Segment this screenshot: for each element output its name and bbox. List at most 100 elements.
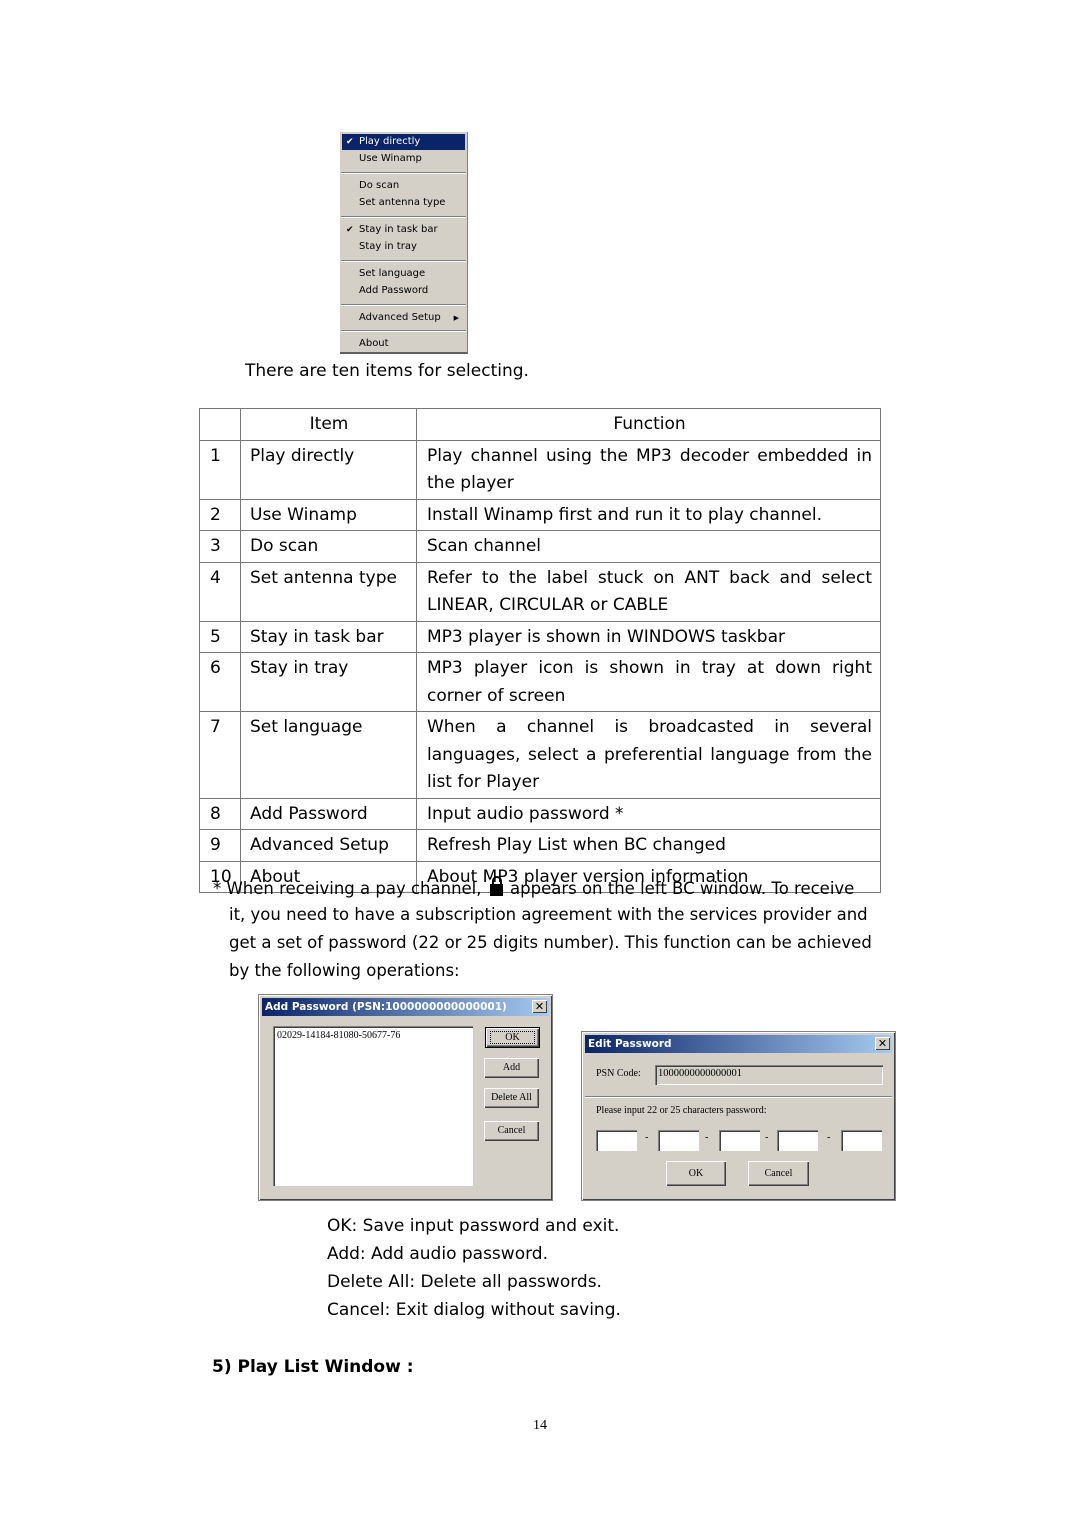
description-ok: OK: Save input password and exit.: [327, 1216, 620, 1236]
row-function: Input audio password *: [416, 797, 881, 830]
description-cancel: Cancel: Exit dialog without saving.: [327, 1300, 621, 1320]
footnote-line-3: get a set of password (22 or 25 digits n…: [229, 933, 872, 952]
menu-item-add-password[interactable]: Add Password: [342, 283, 465, 299]
field-separator: -: [765, 1132, 769, 1143]
close-icon[interactable]: ✕: [875, 1037, 890, 1050]
table-row: 5 Stay in task bar MP3 player is shown in …: [199, 620, 881, 653]
menu-item-set-language[interactable]: Set language: [342, 266, 465, 282]
close-icon[interactable]: ✕: [532, 1000, 547, 1013]
menu-item-label: Stay in task bar: [359, 224, 438, 235]
password-field-5[interactable]: [841, 1130, 882, 1151]
menu-separator: [341, 330, 466, 332]
header-num: [199, 408, 241, 441]
menu-separator: [341, 260, 466, 262]
menu-item-advanced-setup[interactable]: Advanced Setup ▶: [342, 310, 465, 326]
row-function: Refer to the label stuck on ANT back and…: [416, 561, 881, 622]
password-field-2[interactable]: [658, 1130, 699, 1151]
dialog-title: Add Password (PSN:1000000000000001): [265, 1001, 507, 1013]
psn-code-label: PSN Code:: [596, 1068, 641, 1079]
row-num: 6: [199, 652, 241, 712]
menu-item-about[interactable]: About: [342, 336, 465, 352]
row-num: 9: [199, 829, 241, 862]
footnote-line-2: it, you need to have a subscription agre…: [229, 905, 868, 924]
cancel-button[interactable]: Cancel: [748, 1161, 809, 1186]
lock-icon: [489, 876, 503, 896]
ok-button[interactable]: OK: [485, 1027, 540, 1048]
cancel-button[interactable]: Cancel: [484, 1121, 539, 1141]
menu-item-use-winamp[interactable]: Use Winamp: [342, 151, 465, 167]
menu-separator: [341, 304, 466, 306]
table-row: 2 Use Winamp Install Winamp first and run …: [199, 498, 881, 531]
intro-text: There are ten items for selecting.: [245, 361, 529, 381]
menu-separator: [341, 172, 466, 174]
field-separator: -: [645, 1132, 649, 1143]
section-heading: 5) Play List Window :: [212, 1357, 414, 1377]
dialog-title-bar: Edit Password ✕: [585, 1035, 892, 1053]
table-row: 1 Play directly Play channel using the MP3…: [199, 439, 881, 500]
password-prompt: Please input 22 or 25 characters passwor…: [596, 1105, 767, 1116]
footnote-text: * When receiving a pay channel,: [213, 879, 482, 898]
ok-button[interactable]: OK: [666, 1161, 726, 1186]
row-function: MP3 player icon is shown in tray at down…: [416, 652, 881, 712]
row-num: 7: [199, 711, 241, 799]
footnote-line-1: * When receiving a pay channel, appears …: [213, 875, 854, 903]
edit-password-dialog: Edit Password ✕ PSN Code: 10000000000000…: [581, 1031, 896, 1201]
menu-item-do-scan[interactable]: Do scan: [342, 178, 465, 194]
row-num: 3: [199, 530, 241, 563]
password-field-4[interactable]: [777, 1130, 818, 1151]
menu-item-label: Use Winamp: [359, 153, 422, 164]
psn-code-field: 1000000000000001: [655, 1065, 883, 1085]
menu-item-label: Do scan: [359, 180, 400, 191]
header-item: Item: [240, 408, 417, 441]
field-separator: -: [827, 1132, 831, 1143]
menu-item-play-directly[interactable]: ✔ Play directly: [342, 134, 465, 150]
footnote-line-4: by the following operations:: [229, 961, 460, 980]
field-separator: -: [705, 1132, 709, 1143]
table-row: 4 Set antenna type Refer to the label stuc…: [199, 561, 881, 622]
menu-item-label: Stay in tray: [359, 241, 417, 252]
list-item[interactable]: 02029-14184-81080-50677-76: [277, 1030, 400, 1041]
row-function: When a channel is broadcasted in several…: [416, 711, 881, 799]
row-item: Stay in tray: [240, 652, 417, 712]
table-row: 3 Do scan Scan channel: [199, 530, 881, 563]
table-row: 7 Set language When a channel is broadcast…: [199, 711, 881, 799]
row-item: Add Password: [240, 797, 417, 830]
password-field-3[interactable]: [719, 1130, 760, 1151]
password-list[interactable]: 02029-14184-81080-50677-76: [273, 1026, 473, 1186]
add-password-dialog: Add Password (PSN:1000000000000001) ✕ 02…: [258, 994, 553, 1201]
description-delete-all: Delete All: Delete all passwords.: [327, 1272, 602, 1292]
menu-item-set-antenna-type[interactable]: Set antenna type: [342, 195, 465, 211]
row-num: 1: [199, 439, 241, 500]
row-item: Use Winamp: [240, 498, 417, 531]
row-function: Play channel using the MP3 decoder embed…: [416, 439, 881, 500]
row-num: 5: [199, 620, 241, 653]
dialog-title-bar: Add Password (PSN:1000000000000001) ✕: [262, 998, 549, 1016]
menu-item-label: Set language: [359, 268, 426, 279]
add-button[interactable]: Add: [484, 1058, 539, 1078]
menu-item-stay-in-tray[interactable]: Stay in tray: [342, 239, 465, 255]
row-item: Do scan: [240, 530, 417, 563]
row-item: Set language: [240, 711, 417, 799]
row-function: MP3 player is shown in WINDOWS taskbar: [416, 620, 881, 653]
row-item: Advanced Setup: [240, 829, 417, 862]
row-item: Play directly: [240, 439, 417, 500]
delete-all-button[interactable]: Delete All: [484, 1088, 539, 1108]
password-field-1[interactable]: [596, 1130, 637, 1151]
table-row: 9 Advanced Setup Refresh Play List when BC…: [199, 829, 881, 862]
menu-item-label: Play directly: [359, 136, 421, 147]
psn-code-value: 1000000000000001: [658, 1068, 742, 1079]
row-num: 8: [199, 797, 241, 830]
check-icon: ✔: [346, 137, 354, 147]
context-menu: ✔ Play directly Use Winamp Do scan Set a…: [340, 132, 468, 354]
row-item: Stay in task bar: [240, 620, 417, 653]
check-icon: ✔: [346, 225, 354, 235]
menu-item-stay-in-task-bar[interactable]: ✔ Stay in task bar: [342, 222, 465, 238]
header-function: Function: [416, 408, 881, 441]
menu-item-label: Add Password: [359, 285, 429, 296]
row-num: 2: [199, 498, 241, 531]
menu-item-label: Advanced Setup: [359, 312, 441, 323]
row-item: Set antenna type: [240, 561, 417, 622]
items-table: Item Function 1 Play directly Play channel…: [199, 408, 881, 893]
footnote-text: appears on the left BC window. To receiv…: [510, 879, 855, 898]
submenu-arrow-icon: ▶: [453, 314, 459, 322]
